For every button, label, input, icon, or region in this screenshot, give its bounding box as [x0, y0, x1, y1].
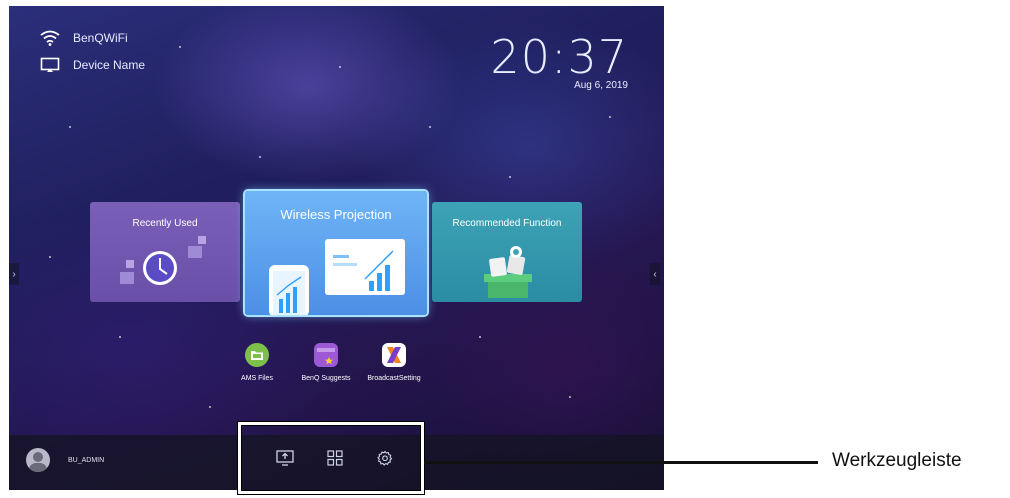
star	[339, 66, 341, 68]
app-label: BenQ Suggests	[301, 375, 351, 382]
folder-app-icon	[245, 343, 269, 367]
clock-icon	[120, 236, 206, 285]
card-title: Recently Used	[132, 218, 198, 229]
star	[609, 116, 611, 118]
device-name: Device Name	[73, 58, 146, 72]
broadcast-x-icon	[382, 343, 406, 367]
star	[429, 126, 431, 128]
star	[479, 336, 481, 338]
star	[209, 406, 211, 408]
recently-used-card[interactable]: Recently Used	[90, 202, 240, 302]
user-name: BU_ADMIN	[68, 456, 105, 464]
scroll-left-arrow[interactable]: ›	[9, 263, 19, 285]
wifi-status: BenQWiFi	[39, 30, 128, 46]
toolbar-highlight-box	[238, 422, 424, 494]
avatar	[26, 448, 50, 472]
star	[509, 176, 511, 178]
star	[49, 256, 51, 258]
callout-label: Werkzeugleiste	[832, 450, 962, 471]
shopping-bag-star-icon	[314, 343, 338, 367]
app-label: BroadcastSetting	[367, 375, 421, 382]
star	[119, 336, 121, 338]
projector-home-screen: BenQWiFi Device Name 20:37 Aug 6, 2019 ›…	[9, 6, 664, 490]
card-title: Wireless Projection	[280, 207, 392, 222]
scroll-right-arrow[interactable]: ‹	[650, 263, 660, 285]
star	[179, 46, 181, 48]
app-label: AMS Files	[241, 375, 273, 382]
gift-box-icon	[484, 246, 532, 298]
clock-time: 20:37	[490, 30, 628, 84]
cast-screen-icon	[39, 57, 61, 73]
card-title: Recommended Function	[452, 218, 562, 229]
app-ams-files[interactable]: AMS Files	[222, 343, 292, 382]
star	[69, 126, 71, 128]
callout-leader-line	[424, 461, 818, 464]
wifi-name: BenQWiFi	[73, 31, 128, 45]
wifi-icon	[39, 30, 61, 46]
wireless-projection-card[interactable]: Wireless Projection	[245, 191, 427, 315]
app-benq-suggests[interactable]: BenQ Suggests	[291, 343, 361, 382]
device-status: Device Name	[39, 57, 145, 73]
star	[259, 156, 261, 158]
app-broadcast-setting[interactable]: BroadcastSetting	[359, 343, 429, 382]
projection-illustration-icon	[269, 239, 405, 315]
star	[569, 396, 571, 398]
clock-widget: 20:37 Aug 6, 2019	[490, 34, 628, 91]
recommended-function-card[interactable]: Recommended Function	[432, 202, 582, 302]
user-account[interactable]: BU_ADMIN	[26, 448, 104, 472]
